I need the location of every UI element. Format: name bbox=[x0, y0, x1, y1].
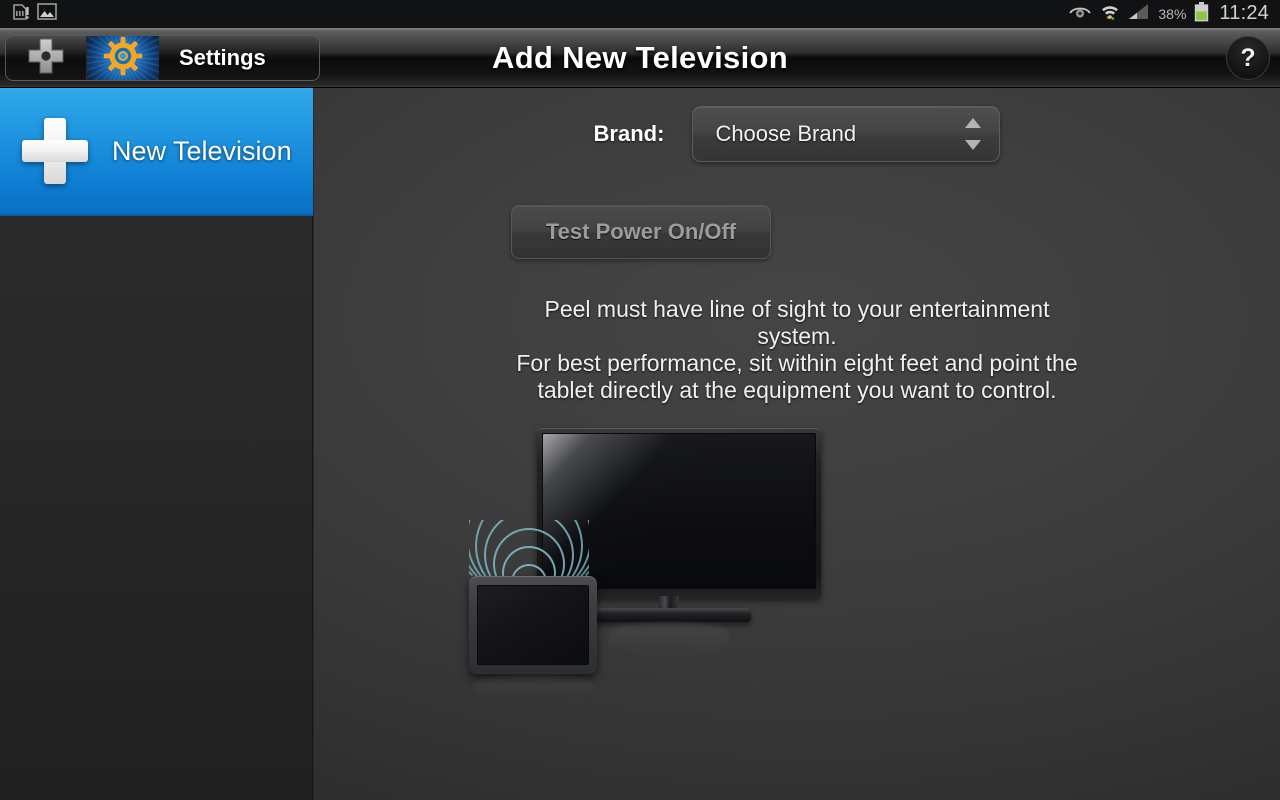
dpad-icon bbox=[25, 36, 67, 80]
tablet-illustration bbox=[469, 576, 597, 674]
instruction-line: tablet directly at the equipment you wan… bbox=[537, 377, 1057, 403]
gear-icon bbox=[103, 36, 143, 80]
status-bar-clock: 11:24 bbox=[1219, 1, 1269, 24]
gear-button[interactable] bbox=[87, 36, 159, 80]
setup-illustration bbox=[469, 428, 869, 700]
spinner-up-down-icon bbox=[965, 118, 982, 150]
tablet-screen bbox=[477, 585, 589, 665]
settings-button[interactable]: Settings bbox=[5, 35, 320, 81]
brand-label: Brand: bbox=[593, 121, 665, 146]
instruction-line: For best performance, sit within eight f… bbox=[516, 350, 1078, 376]
app-screen: 38% 11:24 Add New Television Settings ? … bbox=[0, 0, 1280, 800]
cellular-signal-icon bbox=[1128, 3, 1150, 25]
brand-select[interactable]: Choose Brand bbox=[692, 106, 1001, 162]
sidebar-item-label: New Television bbox=[112, 135, 292, 166]
status-bar: 38% 11:24 bbox=[0, 0, 1280, 28]
instructions-text: Peel must have line of sight to your ent… bbox=[374, 296, 1220, 404]
status-bar-right-icons: 38% 11:24 bbox=[1068, 1, 1280, 27]
sidebar: New Television bbox=[0, 88, 313, 800]
tablet-reflection bbox=[475, 674, 593, 700]
television-reflection bbox=[609, 622, 729, 656]
instruction-line: Peel must have line of sight to your ent… bbox=[544, 296, 1050, 322]
battery-icon bbox=[1194, 1, 1209, 27]
status-bar-left-icons bbox=[0, 3, 57, 26]
gallery-image-icon bbox=[37, 3, 57, 25]
sd-card-alert-icon bbox=[12, 3, 30, 26]
brand-select-value: Choose Brand bbox=[715, 121, 857, 146]
app-header: Add New Television Settings ? bbox=[0, 28, 1280, 88]
main-content: Brand: Choose Brand Test Power On/Off Pe… bbox=[314, 88, 1280, 800]
television-stand-base bbox=[587, 608, 751, 622]
plus-icon bbox=[22, 118, 88, 184]
help-button[interactable]: ? bbox=[1226, 36, 1270, 80]
brand-row: Brand: Choose Brand bbox=[314, 106, 1280, 162]
battery-percent: 38% bbox=[1158, 6, 1187, 22]
settings-label: Settings bbox=[179, 45, 266, 70]
smart-stay-eye-icon bbox=[1068, 4, 1092, 25]
wifi-data-transfer-icon bbox=[1100, 2, 1120, 26]
dpad-button[interactable] bbox=[6, 36, 87, 80]
sidebar-item-new-television[interactable]: New Television bbox=[0, 88, 313, 216]
instruction-line: system. bbox=[757, 323, 837, 349]
test-power-button[interactable]: Test Power On/Off bbox=[511, 205, 771, 259]
